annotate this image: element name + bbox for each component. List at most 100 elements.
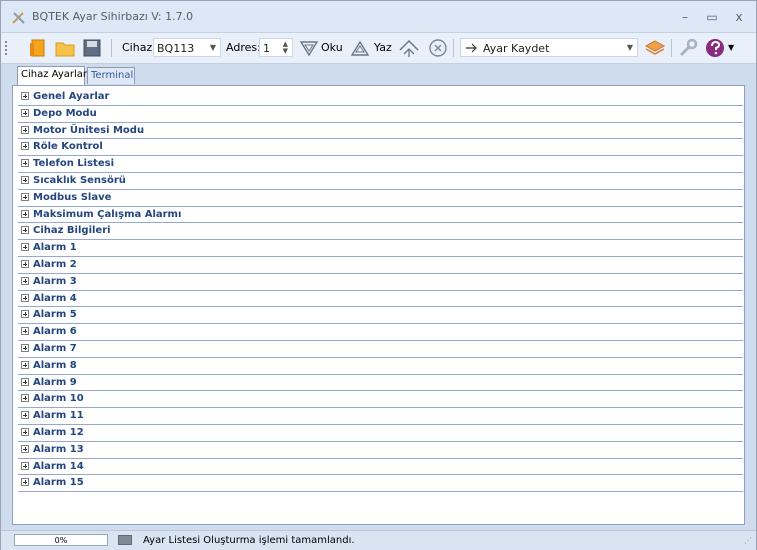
resize-grip-icon[interactable]: ⋰: [744, 536, 752, 545]
settings-row[interactable]: Alarm 6: [18, 324, 743, 341]
settings-row[interactable]: Alarm 12: [18, 425, 743, 442]
settings-row[interactable]: Alarm 1: [18, 240, 743, 257]
settings-row[interactable]: Cihaz Bilgileri: [18, 223, 743, 241]
expand-plus-icon[interactable]: [21, 259, 29, 268]
settings-row-label: Maksimum Çalışma Alarmı: [33, 208, 182, 220]
tab-strip: Cihaz Ayarları Terminal: [1, 63, 756, 85]
maximize-button[interactable]: ▭: [701, 8, 723, 26]
settings-row[interactable]: Röle Kontrol: [18, 139, 743, 157]
expand-plus-icon[interactable]: [21, 327, 29, 336]
settings-row[interactable]: Maksimum Çalışma Alarmı: [18, 207, 743, 224]
expand-plus-icon[interactable]: [21, 411, 29, 420]
settings-row-label: Alarm 6: [33, 326, 77, 338]
expand-plus-icon[interactable]: [21, 226, 29, 235]
settings-row-label: Alarm 13: [33, 443, 84, 455]
settings-row-label: Alarm 9: [33, 376, 77, 388]
expand-plus-icon[interactable]: [21, 377, 29, 386]
adres-stepper[interactable]: 1 ▲ ▼: [259, 38, 293, 57]
status-message: Ayar Listesi Oluşturma işlemi tamamlandı…: [143, 535, 355, 546]
close-button[interactable]: x: [728, 8, 750, 26]
layers-icon[interactable]: [644, 37, 666, 59]
write-arrow-icon[interactable]: [349, 37, 371, 59]
cihaz-combobox[interactable]: BQ113 ▼: [153, 38, 221, 57]
settings-row-label: Depo Modu: [33, 107, 97, 119]
settings-row[interactable]: Alarm 2: [18, 257, 743, 274]
help-dropdown-icon[interactable]: ▼: [728, 43, 734, 52]
settings-row-label: Alarm 3: [33, 275, 77, 287]
settings-row-label: Genel Ayarlar: [33, 91, 110, 102]
settings-row[interactable]: Alarm 8: [18, 358, 743, 375]
open-folder-button[interactable]: [54, 37, 76, 59]
new-file-button[interactable]: [27, 37, 49, 59]
chevron-down-icon[interactable]: ▼: [627, 43, 633, 52]
toolbar-separator: [453, 39, 454, 57]
settings-row-label: Sıcaklık Sensörü: [33, 174, 126, 186]
settings-row[interactable]: Alarm 9: [18, 375, 743, 392]
toolbar-grip[interactable]: [5, 41, 9, 55]
help-icon[interactable]: [704, 37, 726, 59]
expand-plus-icon[interactable]: [21, 192, 29, 201]
settings-row[interactable]: Alarm 11: [18, 408, 743, 425]
wrench-icon[interactable]: [677, 37, 699, 59]
expand-plus-icon[interactable]: [21, 209, 29, 218]
settings-row[interactable]: Depo Modu: [18, 106, 743, 123]
settings-row-label: Alarm 2: [33, 258, 77, 270]
settings-row-label: Alarm 7: [33, 342, 77, 354]
adres-value: 1: [263, 42, 270, 55]
expand-plus-icon[interactable]: [21, 142, 29, 151]
spin-arrows-icon[interactable]: ▲ ▼: [283, 41, 288, 55]
tab-cihaz-ayarlari[interactable]: Cihaz Ayarları: [17, 66, 90, 85]
settings-row-label: Motor Ünitesi Modu: [33, 124, 145, 136]
expand-plus-icon[interactable]: [21, 159, 29, 168]
expand-plus-icon[interactable]: [21, 293, 29, 302]
settings-row[interactable]: Alarm 4: [18, 291, 743, 308]
minimize-button[interactable]: –: [674, 8, 696, 26]
upload-home-icon[interactable]: [398, 37, 420, 59]
settings-row-label: Cihaz Bilgileri: [33, 225, 111, 237]
tab-terminal[interactable]: Terminal: [87, 67, 135, 84]
expand-plus-icon[interactable]: [21, 92, 29, 100]
settings-row[interactable]: Modbus Slave: [18, 190, 743, 207]
settings-row[interactable]: Genel Ayarlar: [18, 89, 743, 106]
expand-plus-icon[interactable]: [21, 343, 29, 352]
settings-row[interactable]: Alarm 10: [18, 391, 743, 409]
toolbar-separator: [671, 39, 672, 57]
settings-row[interactable]: Alarm 13: [18, 442, 743, 459]
settings-row[interactable]: Alarm 7: [18, 341, 743, 358]
settings-row[interactable]: Sıcaklık Sensörü: [18, 173, 743, 190]
expand-plus-icon[interactable]: [21, 125, 29, 134]
expand-plus-icon[interactable]: [21, 478, 29, 487]
settings-row[interactable]: Alarm 5: [18, 307, 743, 325]
settings-row-label: Alarm 4: [33, 292, 77, 304]
expand-plus-icon[interactable]: [21, 461, 29, 470]
settings-row[interactable]: Alarm 3: [18, 274, 743, 291]
adres-label: Adres:: [226, 41, 261, 54]
expand-plus-icon[interactable]: [21, 310, 29, 319]
expand-plus-icon[interactable]: [21, 444, 29, 453]
expand-plus-icon[interactable]: [21, 427, 29, 436]
expand-plus-icon[interactable]: [21, 276, 29, 285]
read-arrow-icon[interactable]: [298, 37, 320, 59]
expand-plus-icon[interactable]: [21, 243, 29, 252]
progress-bar: 0%: [14, 534, 108, 546]
expand-plus-icon[interactable]: [21, 394, 29, 403]
expand-plus-icon[interactable]: [21, 360, 29, 369]
cancel-circle-icon[interactable]: [427, 37, 449, 59]
save-button[interactable]: [81, 37, 103, 59]
chevron-down-icon[interactable]: ▼: [210, 43, 216, 52]
app-logo-icon: [12, 12, 25, 24]
yaz-button[interactable]: Yaz: [374, 41, 392, 54]
toolbar-separator: [111, 39, 112, 57]
settings-row-label: Telefon Listesi: [33, 158, 115, 170]
expand-plus-icon[interactable]: [21, 108, 29, 117]
settings-tree: Genel Ayarlar Depo Modu Motor Ünitesi Modu…: [18, 89, 743, 493]
ayar-kaydet-combobox[interactable]: Ayar Kaydet ▼: [460, 38, 638, 57]
cihaz-value: BQ113: [157, 42, 195, 55]
settings-row[interactable]: Alarm 14: [18, 459, 743, 476]
settings-row[interactable]: Motor Ünitesi Modu: [18, 123, 743, 140]
settings-row[interactable]: Alarm 15: [18, 475, 743, 493]
settings-row[interactable]: Telefon Listesi: [18, 156, 743, 173]
toolbar: Cihaz: BQ113 ▼ Adres: 1 ▲ ▼ Oku Yaz Ayar…: [1, 32, 756, 64]
oku-button[interactable]: Oku: [321, 41, 343, 54]
expand-plus-icon[interactable]: [21, 175, 29, 184]
